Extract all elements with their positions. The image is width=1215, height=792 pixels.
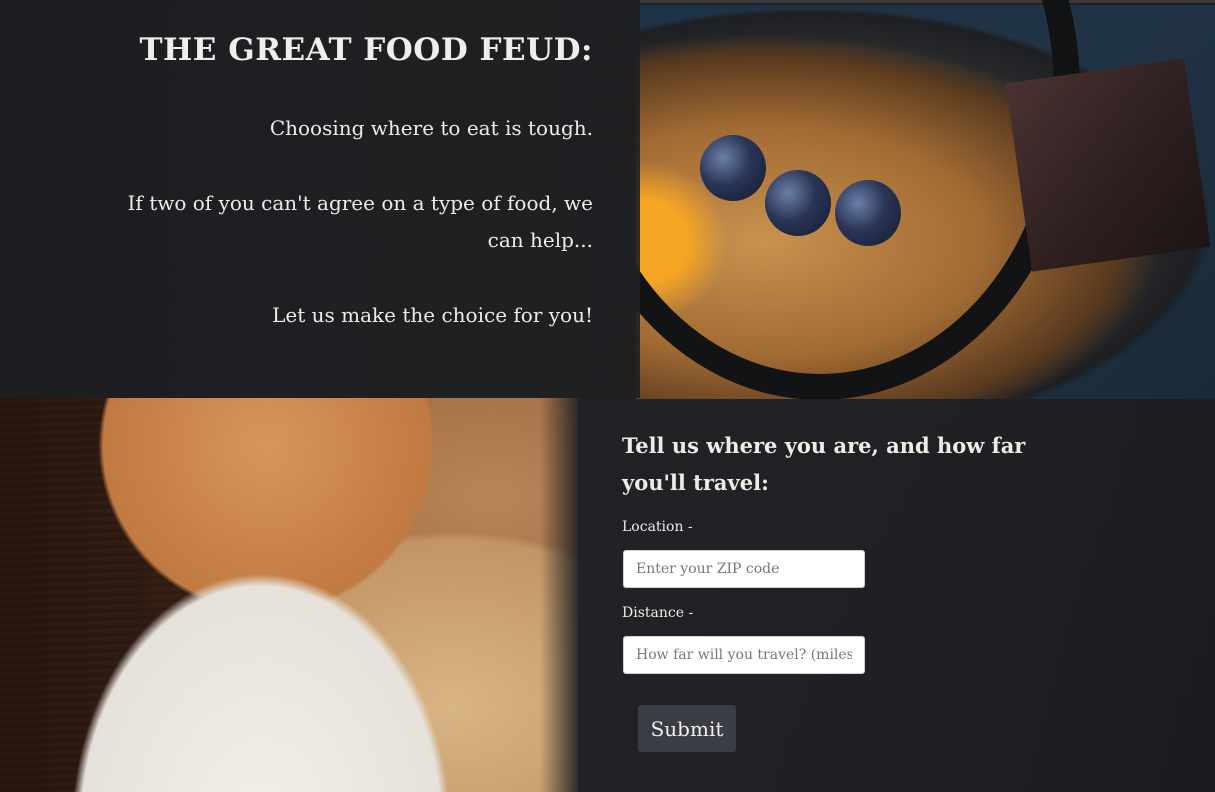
blueberry-decoration xyxy=(835,180,901,246)
location-label: Location - xyxy=(622,519,693,535)
form-heading: Tell us where you are, and how far you'l… xyxy=(622,433,1026,495)
blueberry-decoration xyxy=(700,135,766,201)
chocolate-pieces-decoration xyxy=(1005,58,1211,272)
intro-paragraph-3: Let us make the choice for you! xyxy=(272,303,593,327)
zip-code-input[interactable] xyxy=(623,550,865,588)
intro-paragraph-2: If two of you can't agree on a type of f… xyxy=(127,191,593,252)
intro-paragraph-1: Choosing where to eat is tough. xyxy=(269,116,593,140)
pancake-plate-photo xyxy=(0,398,580,792)
distance-input[interactable] xyxy=(623,636,865,674)
submit-button[interactable]: Submit xyxy=(638,705,736,752)
page: THE GREAT FOOD FEUD: Choosing where to e… xyxy=(0,0,1215,792)
blueberry-decoration xyxy=(765,170,831,236)
distance-label: Distance - xyxy=(622,605,694,621)
page-title: THE GREAT FOOD FEUD: xyxy=(139,32,593,68)
